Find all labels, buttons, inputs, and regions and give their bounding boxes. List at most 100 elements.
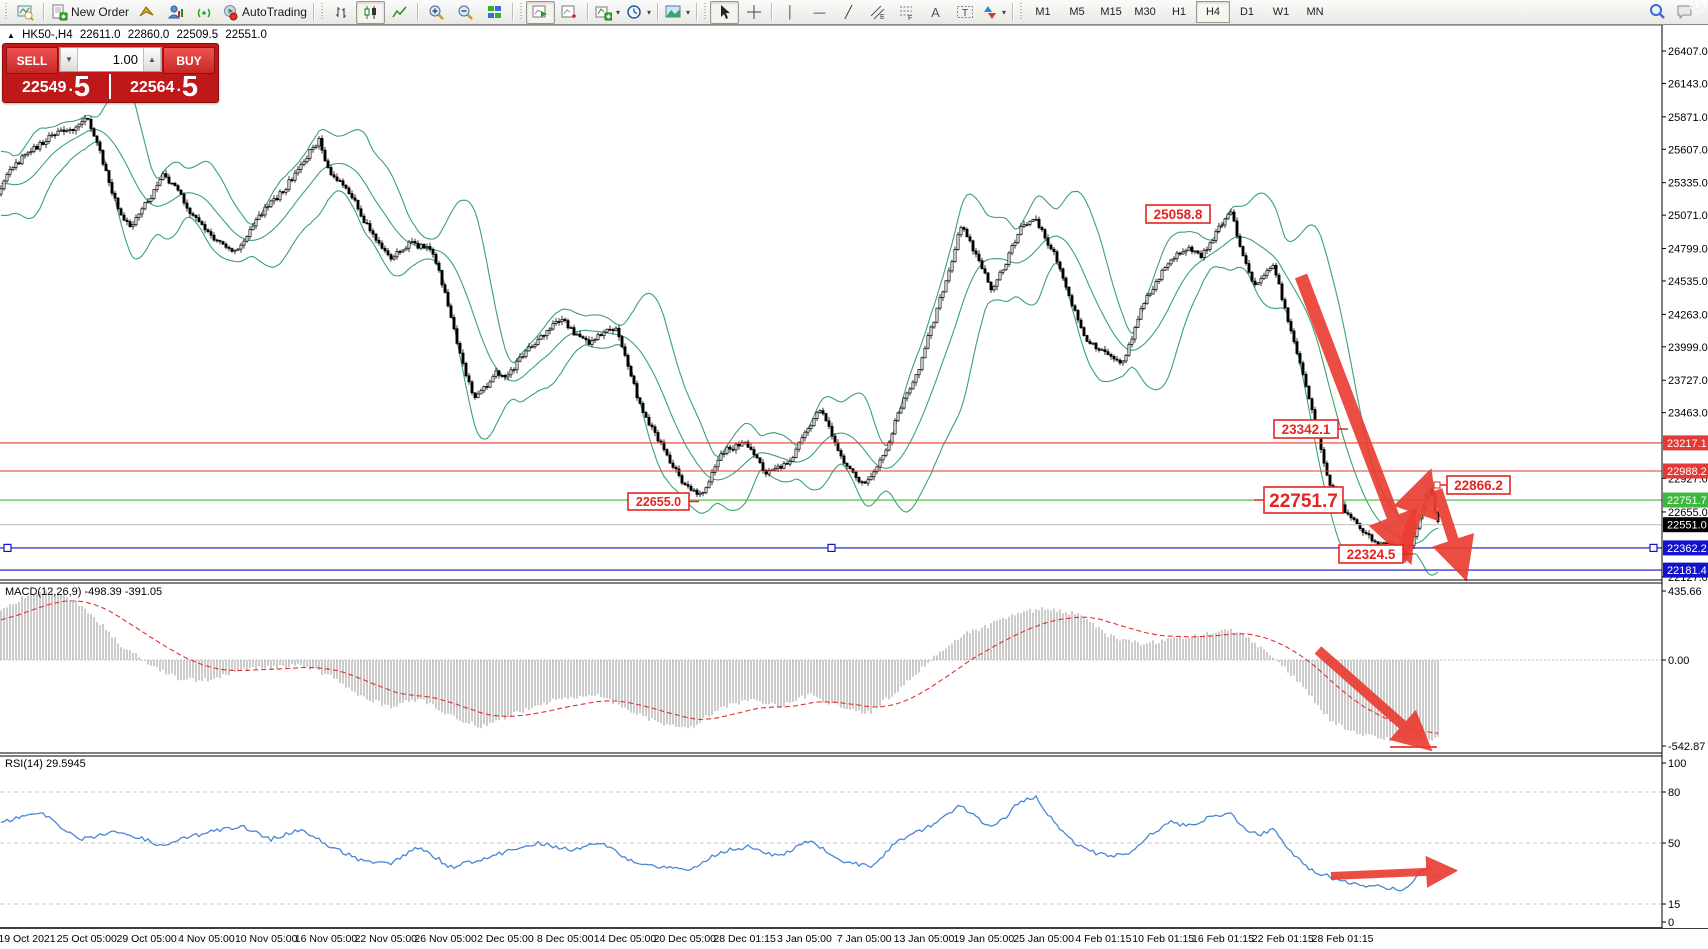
history-button[interactable]: [132, 1, 161, 24]
svg-text:29 Oct 05:00: 29 Oct 05:00: [117, 933, 177, 945]
text-button[interactable]: A: [921, 1, 950, 24]
analyst-button[interactable]: [161, 1, 190, 24]
svg-text:26407.0: 26407.0: [1668, 46, 1708, 58]
auto-scroll-button[interactable]: [526, 1, 555, 24]
tab-timeframe-W1[interactable]: W1: [1264, 1, 1298, 23]
hline-button[interactable]: —: [805, 1, 834, 24]
svg-text:25058.8: 25058.8: [1154, 207, 1203, 222]
terminal-button[interactable]: [11, 1, 40, 24]
line-chart-button[interactable]: [385, 1, 414, 24]
buy-button[interactable]: BUY: [163, 47, 215, 74]
sell-button[interactable]: SELL: [6, 47, 58, 74]
svg-text:28 Feb 01:15: 28 Feb 01:15: [1312, 933, 1374, 945]
trendline-button[interactable]: ╱: [834, 1, 863, 24]
symbol-name: HK50-,H4: [22, 29, 73, 41]
svg-text:23727.0: 23727.0: [1668, 375, 1708, 387]
timeframe-group: M1M5M15M30H1H4D1W1MN: [1026, 1, 1332, 23]
template-button[interactable]: ▾: [662, 1, 693, 24]
new-order-button[interactable]: New Order: [48, 1, 132, 24]
svg-text:10 Nov 05:00: 10 Nov 05:00: [235, 933, 298, 945]
zoom-out-button[interactable]: [451, 1, 480, 24]
buy-price[interactable]: 22564 . 5: [111, 73, 217, 100]
crosshair-button[interactable]: [739, 1, 768, 24]
tab-timeframe-M30[interactable]: M30: [1128, 1, 1162, 23]
svg-text:23342.1: 23342.1: [1282, 422, 1331, 437]
tab-timeframe-M5[interactable]: M5: [1060, 1, 1094, 23]
toolbar-grip[interactable]: [4, 3, 9, 21]
svg-text:F: F: [908, 15, 912, 21]
svg-text:14 Dec 05:00: 14 Dec 05:00: [594, 933, 657, 945]
tab-timeframe-M1[interactable]: M1: [1026, 1, 1060, 23]
tab-timeframe-MN[interactable]: MN: [1298, 1, 1332, 23]
tab-timeframe-D1[interactable]: D1: [1230, 1, 1264, 23]
svg-text:22551.0: 22551.0: [1667, 520, 1707, 532]
tab-timeframe-H4[interactable]: H4: [1196, 1, 1230, 23]
bar-chart-button[interactable]: [327, 1, 356, 24]
svg-text:100: 100: [1668, 758, 1686, 770]
label-button[interactable]: T: [950, 1, 979, 24]
svg-text:15: 15: [1668, 899, 1680, 911]
svg-text:22751.7: 22751.7: [1667, 495, 1707, 507]
svg-text:16 Nov 05:00: 16 Nov 05:00: [295, 933, 358, 945]
volume-down-button[interactable]: ▼: [60, 48, 78, 71]
indicators-icon: [595, 4, 612, 21]
candlestick-chart-icon: [362, 4, 379, 21]
svg-text:3 Jan 05:00: 3 Jan 05:00: [777, 933, 832, 945]
zoom-in-button[interactable]: [422, 1, 451, 24]
tab-timeframe-H1[interactable]: H1: [1162, 1, 1196, 23]
svg-text:22751.7: 22751.7: [1269, 491, 1338, 512]
crosshair-icon: [746, 4, 762, 20]
history-icon: [138, 4, 155, 21]
bar-chart-icon: [333, 4, 350, 21]
autotrading-icon: [222, 4, 239, 21]
candlestick-chart-button[interactable]: [356, 1, 385, 24]
signal-button[interactable]: [190, 1, 219, 24]
macd-indicator-label: MACD(12,26,9) -498.39 -391.05: [5, 586, 162, 598]
svg-text:22988.2: 22988.2: [1667, 466, 1707, 478]
svg-text:E: E: [880, 14, 885, 21]
vline-button[interactable]: │: [776, 1, 805, 24]
collapse-icon[interactable]: ▲: [7, 31, 15, 40]
svg-text:0: 0: [1668, 917, 1674, 929]
tab-timeframe-M15[interactable]: M15: [1094, 1, 1128, 23]
vline-icon: │: [787, 6, 795, 18]
volume-up-button[interactable]: ▲: [143, 48, 161, 71]
period-button[interactable]: ▾: [623, 1, 654, 24]
chart-area[interactable]: 25058.823342.122655.022751.722324.522866…: [0, 0, 1708, 949]
rsi-indicator-label: RSI(14) 29.5945: [5, 758, 86, 770]
line-handle[interactable]: [1650, 544, 1657, 551]
line-handle[interactable]: [4, 544, 11, 551]
svg-text:7 Jan 05:00: 7 Jan 05:00: [837, 933, 892, 945]
zoom-in-icon: [428, 4, 445, 21]
symbol-header: ▲ HK50-,H4 22611.0 22860.0 22509.5 22551…: [7, 29, 271, 41]
toolbar: New Order AutoTrading: [0, 0, 1708, 25]
tile-windows-button[interactable]: [480, 1, 509, 24]
channel-button[interactable]: E: [863, 1, 892, 24]
svg-text:25 Jan 05:00: 25 Jan 05:00: [1013, 933, 1074, 945]
chat-button[interactable]: 1: [1671, 1, 1700, 24]
svg-text:0.00: 0.00: [1668, 655, 1689, 667]
svg-text:24535.0: 24535.0: [1668, 276, 1708, 288]
svg-text:16 Feb 01:15: 16 Feb 01:15: [1192, 933, 1254, 945]
search-button[interactable]: [1642, 1, 1671, 24]
cursor-button[interactable]: [710, 1, 739, 24]
svg-text:80: 80: [1668, 787, 1680, 799]
shapes-button[interactable]: ▾: [979, 1, 1009, 24]
indicators-button[interactable]: ▾: [592, 1, 623, 24]
search-icon: [1648, 3, 1666, 21]
svg-text:19 Jan 05:00: 19 Jan 05:00: [953, 933, 1014, 945]
autotrading-button[interactable]: AutoTrading: [219, 1, 310, 24]
volume-input[interactable]: 1.00: [78, 52, 143, 67]
chevron-down-icon: ▾: [1002, 8, 1006, 17]
line-handle[interactable]: [828, 544, 835, 551]
svg-text:-542.87: -542.87: [1668, 741, 1705, 753]
time-scale[interactable]: 19 Oct 202125 Oct 05:0029 Oct 05:004 Nov…: [0, 933, 1374, 945]
ohlc-low: 22509.5: [177, 29, 219, 41]
fibo-button[interactable]: F: [892, 1, 921, 24]
svg-text:8 Dec 05:00: 8 Dec 05:00: [537, 933, 594, 945]
chart-shift-button[interactable]: [555, 1, 584, 24]
sell-price[interactable]: 22549 . 5: [3, 73, 109, 100]
svg-text:26143.0: 26143.0: [1668, 78, 1708, 90]
ohlc-open: 22611.0: [80, 29, 121, 41]
svg-text:50: 50: [1668, 838, 1680, 850]
